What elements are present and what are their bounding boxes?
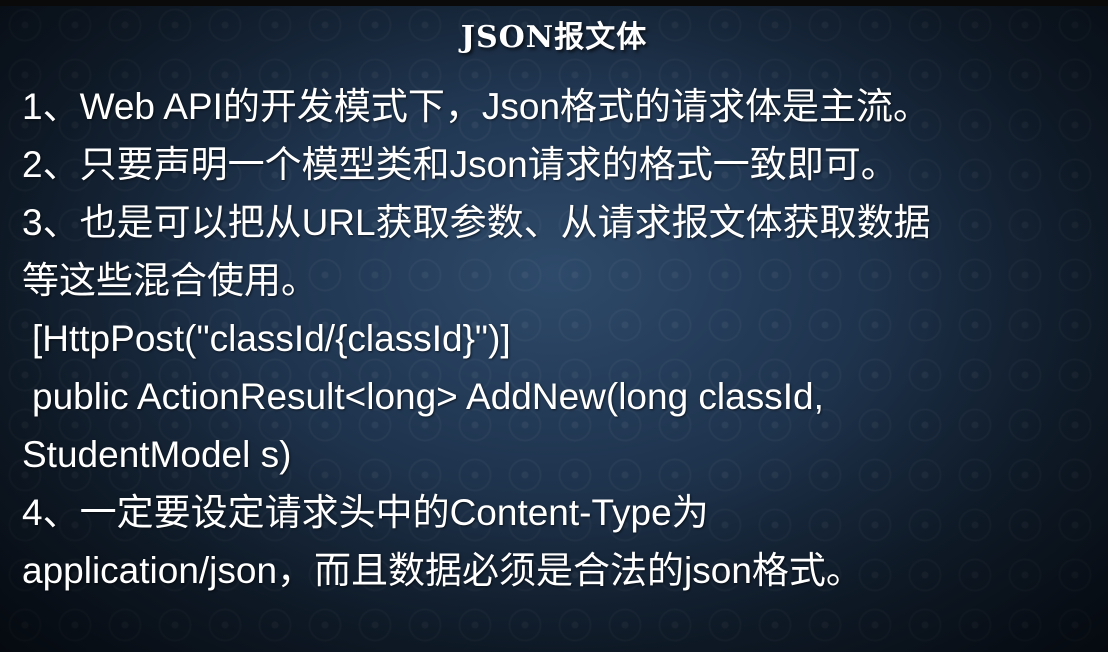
top-bar — [0, 0, 1108, 6]
point-4-line-continued: application/json，而且数据必须是合法的json格式。 — [22, 550, 863, 591]
code-method-line-continued: StudentModel s) — [22, 434, 292, 475]
code-method-line: public ActionResult<long> AddNew(long cl… — [32, 376, 824, 417]
slide-body: 1、Web API的开发模式下，Json格式的请求体是主流。 2、只要声明一个模… — [22, 78, 1102, 600]
point-2-line: 2、只要声明一个模型类和Json请求的格式一致即可。 — [22, 144, 898, 185]
point-3-line: 3、也是可以把从URL获取参数、从请求报文体获取数据 — [22, 202, 931, 243]
slide: JSON报文体 1、Web API的开发模式下，Json格式的请求体是主流。 2… — [0, 0, 1108, 652]
point-3-line-continued: 等这些混合使用。 — [22, 260, 318, 301]
point-1-line: 1、Web API的开发模式下，Json格式的请求体是主流。 — [22, 86, 931, 127]
point-4-line: 4、一定要设定请求头中的Content-Type为 — [22, 492, 709, 533]
slide-title: JSON报文体 — [460, 20, 648, 55]
code-attribute-line: [HttpPost("classId/{classId}")] — [32, 318, 511, 359]
